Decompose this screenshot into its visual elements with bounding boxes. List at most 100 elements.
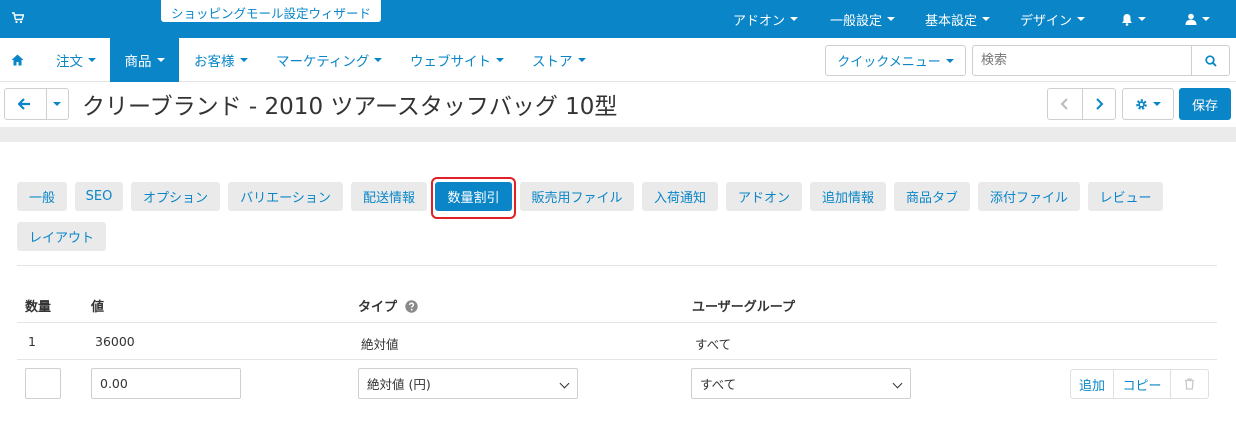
chevron-left-icon[interactable] — [1060, 98, 1069, 110]
new-quantity-input[interactable] — [25, 368, 61, 399]
nav-products-label: 商品 — [124, 54, 152, 70]
row-type: 絶対値 — [361, 337, 399, 352]
nav-website[interactable]: ウェブサイト — [410, 38, 504, 82]
new-type-select-value: 絶対値 (円) — [367, 377, 431, 392]
caret-down-icon — [239, 58, 248, 62]
copy-row-button[interactable]: コピー — [1114, 370, 1170, 398]
caret-down-icon — [1202, 17, 1210, 21]
gear-icon — [1136, 98, 1147, 110]
tab-shipping[interactable]: 配送情報 — [351, 182, 427, 211]
tab-downloadable-files[interactable]: 販売用ファイル — [520, 182, 634, 211]
tab-variations[interactable]: バリエーション — [228, 182, 343, 211]
row-value: 36000 — [95, 334, 135, 349]
caret-down-icon — [374, 58, 383, 62]
nav-products[interactable]: 商品 — [110, 38, 179, 82]
quick-menu-button[interactable]: クイックメニュー — [825, 45, 966, 76]
column-header-type-label: タイプ — [358, 300, 398, 315]
caret-down-icon — [945, 58, 954, 63]
row-usergroup: すべて — [695, 337, 732, 352]
topmenu-basic-settings-label: 基本設定 — [925, 13, 978, 29]
topmenu-general-settings[interactable]: 一般設定 — [830, 0, 896, 38]
top-bar: ショッピングモール設定ウィザード アドオン 一般設定 基本設定 デザイン — [0, 0, 1236, 38]
user-icon — [1185, 13, 1197, 25]
prev-next-pager — [1047, 88, 1116, 120]
notifications-menu[interactable] — [1121, 0, 1146, 38]
nav-customers[interactable]: お客様 — [194, 38, 248, 82]
active-tab-highlight — [431, 177, 516, 219]
topmenu-addons-label: アドオン — [733, 13, 786, 29]
column-header-usergroup: ユーザーグループ — [692, 300, 795, 315]
topmenu-basic-settings[interactable]: 基本設定 — [925, 0, 991, 38]
save-button[interactable]: 保存 — [1179, 88, 1231, 120]
new-type-select[interactable]: 絶対値 (円) — [358, 368, 578, 399]
chevron-down-icon — [892, 378, 903, 389]
home-icon — [11, 54, 24, 66]
trash-icon — [1185, 378, 1194, 390]
row-quantity: 1 — [28, 334, 36, 349]
page-title: クリーブランド - 2010 ツアースタッフバッグ 10型 — [82, 94, 618, 120]
nav-website-label: ウェブサイト — [410, 54, 491, 70]
nav-orders-label: 注文 — [56, 54, 83, 70]
nav-store[interactable]: ストア — [532, 38, 586, 82]
nav-home[interactable] — [11, 38, 24, 82]
caret-down-icon — [790, 17, 799, 21]
nav-marketing-label: マーケティング — [276, 54, 370, 70]
add-row-button[interactable]: 追加 — [1071, 370, 1113, 398]
search-input[interactable] — [972, 45, 1192, 76]
tab-general[interactable]: 一般 — [17, 182, 67, 211]
column-header-quantity: 数量 — [25, 300, 52, 315]
topmenu-design[interactable]: デザイン — [1020, 0, 1086, 38]
tabs-divider — [17, 265, 1217, 266]
caret-down-icon — [1138, 17, 1146, 21]
tab-addons[interactable]: アドオン — [726, 182, 802, 211]
row-divider — [17, 359, 1217, 360]
tab-options[interactable]: オプション — [131, 182, 220, 211]
tab-layout[interactable]: レイアウト — [17, 222, 106, 251]
caret-down-icon[interactable] — [53, 102, 61, 106]
chevron-right-icon[interactable] — [1095, 98, 1104, 110]
tab-stock-notifications[interactable]: 入荷通知 — [642, 182, 718, 211]
topmenu-design-label: デザイン — [1020, 13, 1073, 29]
tab-reviews[interactable]: レビュー — [1088, 182, 1163, 211]
search-button[interactable] — [1191, 45, 1230, 76]
tab-attachments[interactable]: 添付ファイル — [978, 182, 1080, 211]
topmenu-addons[interactable]: アドオン — [733, 0, 799, 38]
column-header-type: タイプ — [358, 296, 418, 315]
column-header-value: 値 — [91, 300, 105, 315]
nav-marketing[interactable]: マーケティング — [276, 38, 383, 82]
tab-seo[interactable]: SEO — [75, 182, 123, 211]
search-icon — [1204, 54, 1217, 67]
delete-row-button[interactable] — [1171, 370, 1208, 398]
setup-wizard-button[interactable]: ショッピングモール設定ウィザード — [161, 0, 382, 22]
main-nav: 注文 商品 お客様 マーケティング ウェブサイト ストア クイックメニュー — [0, 38, 1236, 82]
tab-additional-info[interactable]: 追加情報 — [810, 182, 886, 211]
separator — [46, 89, 47, 119]
caret-down-icon — [496, 58, 504, 62]
nav-store-label: ストア — [532, 54, 573, 70]
settings-dropdown-button[interactable] — [1122, 88, 1174, 120]
header-divider — [0, 127, 1236, 142]
title-bar: クリーブランド - 2010 ツアースタッフバッグ 10型 保存 — [0, 83, 1236, 127]
caret-down-icon — [982, 17, 991, 21]
user-menu[interactable] — [1185, 0, 1210, 38]
caret-down-icon — [577, 58, 586, 62]
back-button-group — [4, 88, 69, 120]
nav-orders[interactable]: 注文 — [56, 38, 96, 82]
arrow-left-icon[interactable] — [18, 98, 31, 110]
quick-menu-label: クイックメニュー — [837, 55, 941, 70]
topmenu-general-settings-label: 一般設定 — [830, 13, 883, 29]
bell-icon — [1122, 13, 1132, 26]
row-actions: 追加 コピー — [1070, 369, 1209, 399]
cart-icon[interactable] — [12, 12, 24, 24]
help-icon[interactable] — [404, 300, 418, 313]
new-usergroup-select[interactable]: すべて — [691, 368, 911, 399]
tab-product-tabs[interactable]: 商品タブ — [894, 182, 970, 211]
new-usergroup-select-value: すべて — [700, 377, 737, 392]
row-divider — [17, 322, 1217, 323]
separator — [1082, 89, 1083, 119]
new-value-input[interactable]: 0.00 — [91, 368, 241, 399]
chevron-down-icon — [559, 378, 570, 389]
caret-down-icon — [88, 58, 96, 62]
caret-down-icon — [156, 58, 165, 62]
caret-down-icon — [1153, 102, 1161, 106]
